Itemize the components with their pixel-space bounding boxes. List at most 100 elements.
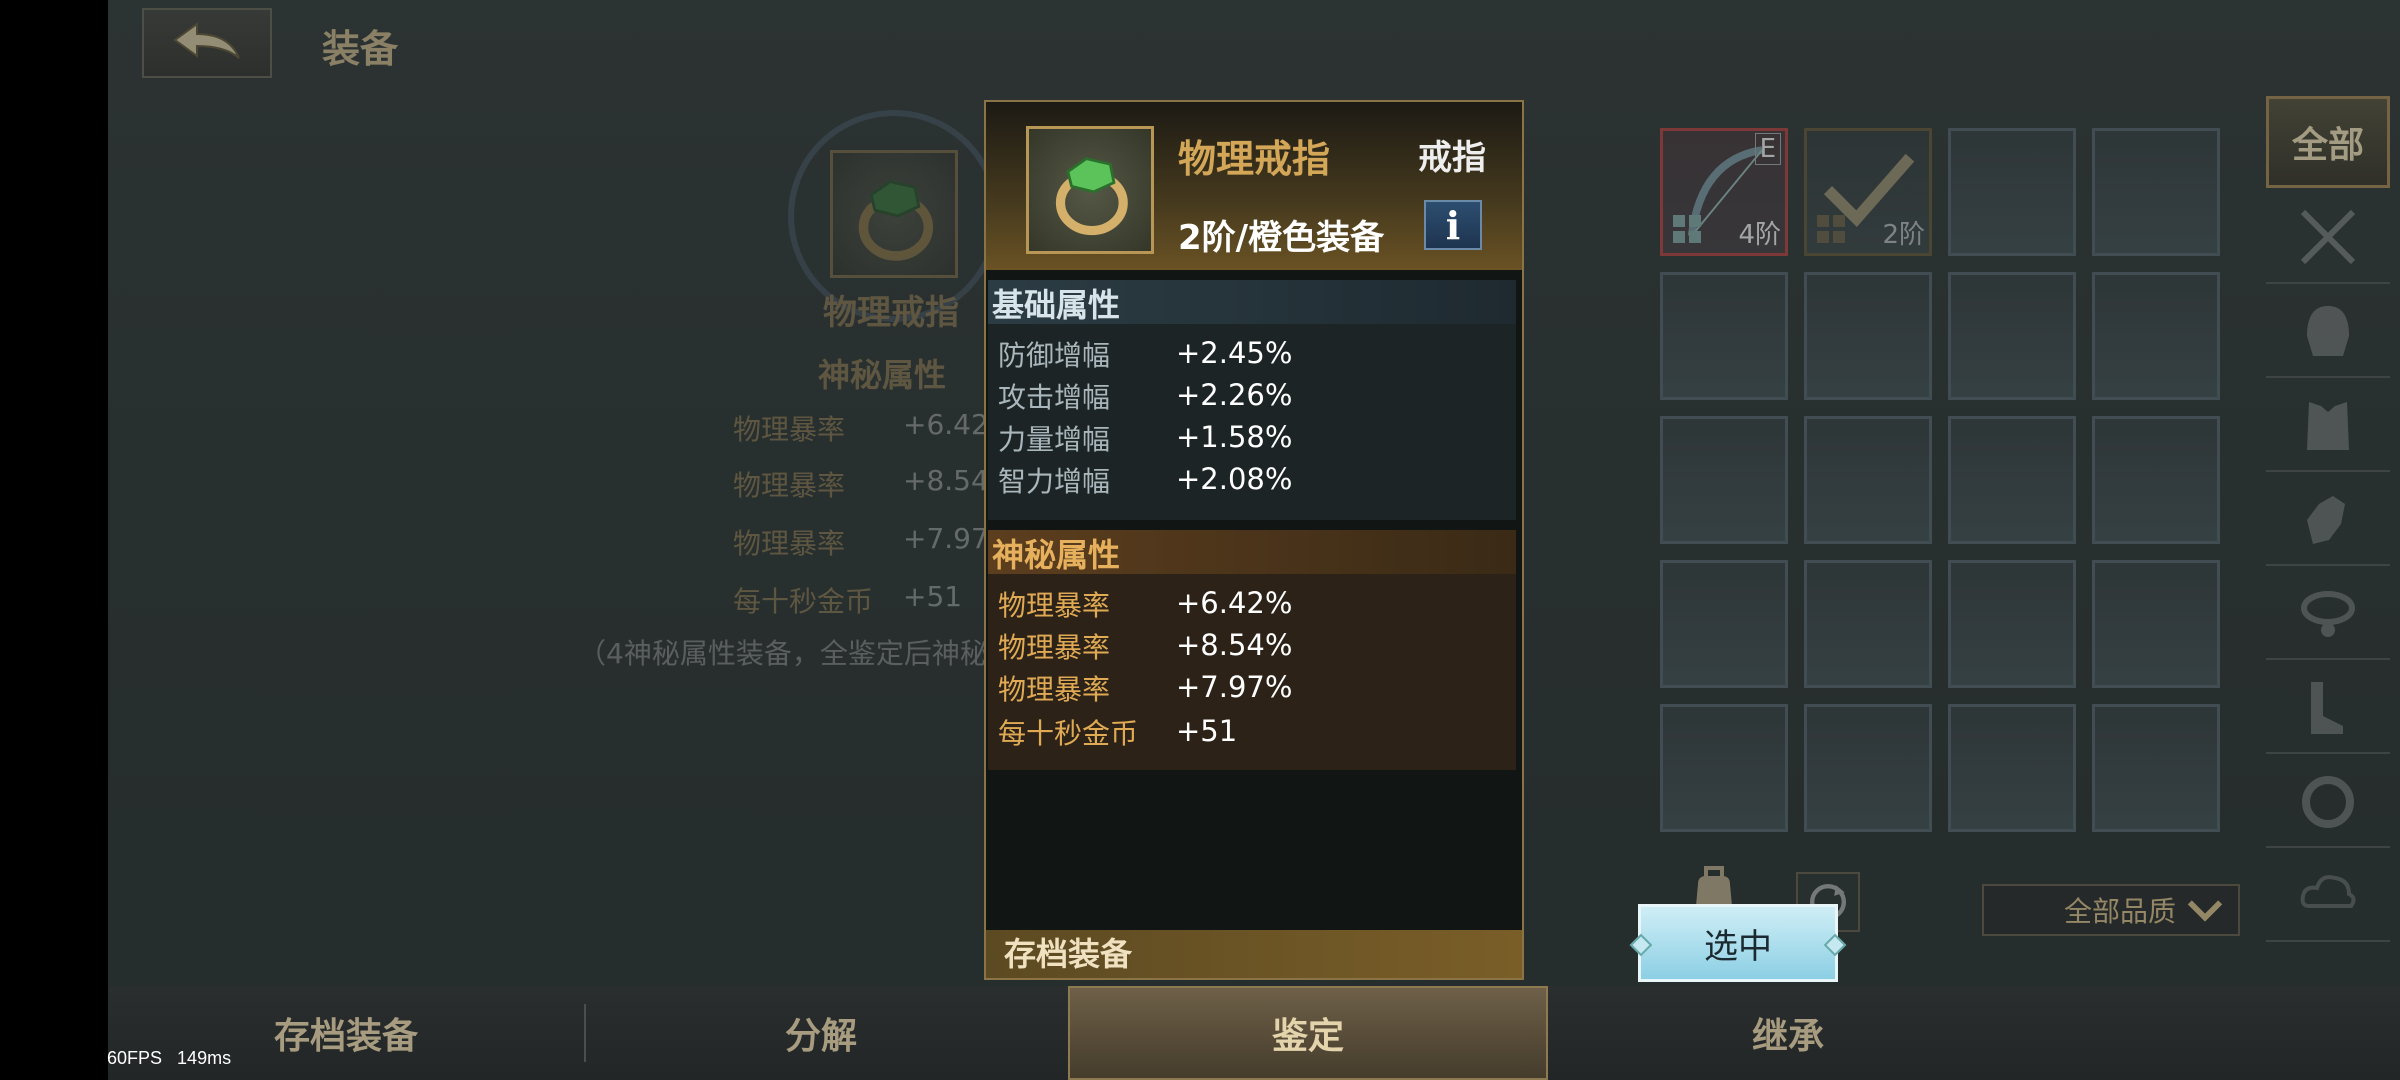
inventory-slot[interactable]: [1804, 272, 1932, 400]
ring-icon: [858, 180, 934, 261]
inventory-slot[interactable]: [2092, 560, 2220, 688]
set-icon: [1673, 215, 1701, 243]
cloud-icon: [2300, 875, 2356, 908]
attribute-value: +2.08%: [1176, 462, 1293, 496]
helmet-icon: [2307, 306, 2349, 356]
attribute-name: 每十秒金币: [998, 717, 1139, 750]
inventory-slot[interactable]: [1804, 416, 1932, 544]
equipment-detail-panel: 物理戒指 神秘属性 物理暴率 +6.42% 物理暴率 +8.54% 物理暴率 +…: [108, 100, 1015, 700]
quality-filter-dropdown[interactable]: 全部品质: [1982, 884, 2240, 936]
attribute-value: +2.45%: [1176, 336, 1293, 370]
ring-item-slot[interactable]: [830, 150, 958, 278]
inventory-slot[interactable]: [1660, 416, 1788, 544]
tab-inherit[interactable]: 继承: [1548, 986, 2028, 1080]
attribute-name: 物理暴率: [998, 631, 1111, 664]
category-armor[interactable]: [2266, 380, 2390, 472]
fps-readout: 60FPS: [107, 1048, 163, 1068]
category-necklace[interactable]: [2266, 568, 2390, 660]
mystic-attributes-header: 神秘属性: [818, 356, 947, 394]
item-type: 戒指: [1418, 138, 1486, 178]
attribute-name: 攻击增幅: [998, 381, 1111, 414]
category-column: 全部: [2266, 96, 2396, 942]
inventory-slot[interactable]: [2092, 704, 2220, 832]
inventory-slot[interactable]: [1660, 704, 1788, 832]
tab-identify[interactable]: 鉴定: [1068, 986, 1548, 1080]
inventory-slot[interactable]: [1660, 272, 1788, 400]
attribute-row: 每十秒金币 +51: [733, 580, 962, 620]
back-button[interactable]: [142, 8, 272, 78]
category-ring[interactable]: [2266, 756, 2390, 848]
attribute-name: 智力增幅: [998, 465, 1111, 498]
inventory-grid: E 4阶 2阶: [1660, 128, 2220, 838]
category-all-tab[interactable]: 全部: [2266, 96, 2390, 188]
attribute-name: 物理暴率: [733, 469, 846, 502]
ring-icon: [1055, 157, 1128, 236]
inventory-slot[interactable]: [2092, 416, 2220, 544]
item-icon-frame: [1026, 126, 1154, 254]
attribute-row: 物理暴率 +7.97%: [998, 668, 1508, 708]
glove-icon: [2307, 496, 2345, 544]
set-icon: [1817, 215, 1845, 243]
inventory-slot[interactable]: [1804, 704, 1932, 832]
base-attributes-header: 基础属性: [988, 280, 1516, 324]
mystic-attributes-header: 神秘属性: [988, 530, 1516, 574]
attribute-value: +51: [1176, 714, 1238, 748]
inventory-slot[interactable]: [1948, 560, 2076, 688]
category-boots[interactable]: [2266, 662, 2390, 754]
attribute-row: 物理暴率 +8.54%: [998, 626, 1508, 666]
attribute-row: 防御增幅 +2.45%: [998, 334, 1508, 374]
tier-label: 4阶: [1738, 220, 1781, 250]
inventory-slot[interactable]: 2阶: [1804, 128, 1932, 256]
inventory-slot[interactable]: [1660, 560, 1788, 688]
attribute-name: 力量增幅: [998, 423, 1111, 456]
attribute-row: 物理暴率 +6.42%: [733, 408, 1015, 448]
inventory-slot[interactable]: [2092, 128, 2220, 256]
inventory-slot[interactable]: [1804, 560, 1932, 688]
attribute-row: 智力增幅 +2.08%: [998, 460, 1508, 500]
attribute-row: 力量增幅 +1.58%: [998, 418, 1508, 458]
item-name: 物理戒指: [823, 293, 959, 333]
category-gloves[interactable]: [2266, 474, 2390, 566]
necklace-icon: [2301, 591, 2355, 637]
chevron-down-icon: [2187, 900, 2223, 922]
attribute-value: +6.42%: [1176, 586, 1293, 620]
attribute-name: 物理暴率: [733, 413, 846, 446]
armor-icon: [2307, 402, 2349, 450]
info-button[interactable]: i: [1424, 200, 1482, 250]
tier-label: 2阶: [1882, 220, 1925, 250]
inventory-slot[interactable]: [2092, 272, 2220, 400]
attribute-name: 每十秒金币: [733, 585, 874, 618]
inventory-slot[interactable]: E 4阶: [1660, 128, 1788, 256]
attribute-row: 每十秒金币 +51: [998, 712, 1508, 752]
top-bar: 装备: [108, 0, 2400, 78]
mystic-note: （4神秘属性装备，全鉴定后神秘: [578, 637, 988, 670]
attribute-row: 物理暴率 +8.54%: [733, 464, 1015, 504]
inventory-slot[interactable]: [1948, 416, 2076, 544]
attribute-value: +1.58%: [1176, 420, 1293, 454]
category-helmet[interactable]: [2266, 286, 2390, 378]
category-misc[interactable]: [2266, 850, 2390, 942]
tab-decompose[interactable]: 分解: [586, 986, 1056, 1080]
latency-readout: 149ms: [177, 1048, 232, 1068]
back-arrow-icon: [173, 22, 240, 59]
item-tooltip-header: 物理戒指 戒指 2阶/橙色装备 i: [986, 102, 1522, 270]
page-title: 装备: [322, 27, 399, 71]
inventory-slot[interactable]: [1948, 272, 2076, 400]
bottom-tab-bar: 存档装备 分解 鉴定 继承: [108, 986, 2400, 1080]
quality-filter-label: 全部品质: [2063, 895, 2176, 928]
ring-category-icon: [2302, 776, 2354, 828]
performance-overlay: 60FPS 149ms: [107, 1048, 231, 1069]
item-name: 物理戒指: [1178, 137, 1331, 181]
attribute-row: 物理暴率 +7.97%: [733, 522, 1015, 562]
attribute-name: 物理暴率: [733, 527, 846, 560]
attribute-value: +51: [903, 580, 963, 613]
inventory-slot[interactable]: [1948, 128, 2076, 256]
attribute-name: 物理暴率: [998, 589, 1111, 622]
category-weapon[interactable]: [2266, 192, 2390, 284]
equipment-screen: 装备 物理戒指 神秘属性 物理暴率 +6.42% 物理暴率 +8.54% 物理暴…: [108, 0, 2400, 1080]
select-button[interactable]: 选中: [1638, 904, 1838, 982]
attribute-value: +2.26%: [1176, 378, 1293, 412]
inventory-slot[interactable]: [1948, 704, 2076, 832]
archive-equipment-label: 存档装备: [986, 930, 1522, 978]
base-attributes-list: 防御增幅 +2.45% 攻击增幅 +2.26% 力量增幅 +1.58% 智力增幅…: [988, 324, 1516, 520]
